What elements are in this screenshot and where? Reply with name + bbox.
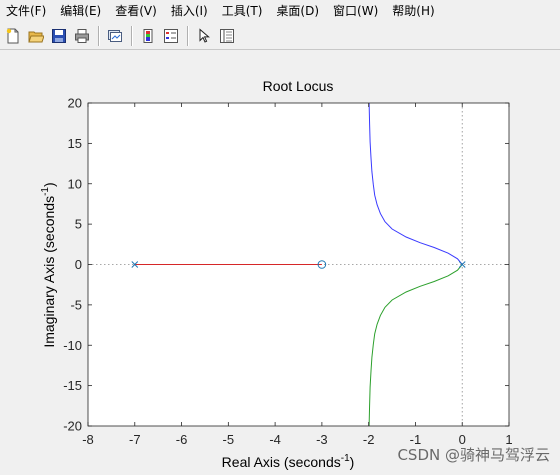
y-axis-label-close: ) [41, 182, 57, 187]
y-tick-label: -15 [63, 378, 82, 393]
toolbar-separator [131, 25, 133, 46]
toolbar-separator [98, 25, 100, 46]
menu-help[interactable]: 帮助(H) [385, 0, 441, 22]
y-tick-label: 15 [68, 136, 82, 151]
y-tick-label: 0 [75, 257, 82, 272]
new-file-icon[interactable] [2, 25, 24, 47]
x-axis-label-close: ) [350, 454, 355, 470]
menu-bar: 文件(F) 编辑(E) 查看(V) 插入(I) 工具(T) 桌面(D) 窗口(W… [0, 0, 560, 22]
y-tick-label: -5 [70, 297, 82, 312]
menu-file[interactable]: 文件(F) [0, 0, 53, 22]
insert-colorbar-icon[interactable] [137, 25, 159, 47]
open-file-icon[interactable] [25, 25, 47, 47]
x-tick-label: -2 [363, 432, 375, 447]
y-tick-label: 10 [68, 176, 82, 191]
watermark: CSDN @骑神马驾浮云 [397, 446, 550, 464]
menu-window[interactable]: 窗口(W) [326, 0, 385, 22]
x-tick-label: -5 [223, 432, 235, 447]
y-tick-label: 5 [75, 217, 82, 232]
x-tick-label: -3 [316, 432, 328, 447]
chart-title: Root Locus [263, 78, 334, 94]
x-axis-label-main: Real Axis (seconds [222, 454, 341, 470]
x-tick-label: -7 [129, 432, 141, 447]
figure-canvas-area: -8 -7 -6 -5 -4 -3 -2 -1 0 1 -20 -15 -10 -5 0 5 10 15 20 Ro… [0, 51, 560, 471]
save-icon[interactable] [48, 25, 70, 47]
y-axis-label: Imaginary Axis (seconds-1) [40, 182, 57, 347]
x-axis-label: Real Axis (seconds-1) [222, 453, 355, 470]
figure-toolbar [0, 22, 560, 50]
x-tick-label: -8 [82, 432, 94, 447]
menu-insert[interactable]: 插入(I) [164, 0, 215, 22]
menu-tools[interactable]: 工具(T) [215, 0, 270, 22]
menu-view[interactable]: 查看(V) [108, 0, 164, 22]
y-axis-label-main: Imaginary Axis (seconds [41, 196, 57, 348]
y-tick-label: -10 [63, 338, 82, 353]
menu-desktop[interactable]: 桌面(D) [269, 0, 326, 22]
x-tick-label: -6 [176, 432, 188, 447]
edit-plot-arrow-icon[interactable] [193, 25, 215, 47]
link-plot-icon[interactable] [104, 25, 126, 47]
menu-edit[interactable]: 编辑(E) [53, 0, 108, 22]
insert-legend-icon[interactable] [160, 25, 182, 47]
root-locus-chart[interactable]: -8 -7 -6 -5 -4 -3 -2 -1 0 1-20-15-10-505101520 Ro… [0, 51, 560, 471]
y-tick-label: 20 [68, 96, 82, 111]
toolbar-separator [187, 25, 189, 46]
print-icon[interactable] [71, 25, 93, 47]
x-tick-label: -4 [269, 432, 281, 447]
y-tick-label: -20 [63, 419, 82, 434]
property-inspector-icon[interactable] [216, 25, 238, 47]
